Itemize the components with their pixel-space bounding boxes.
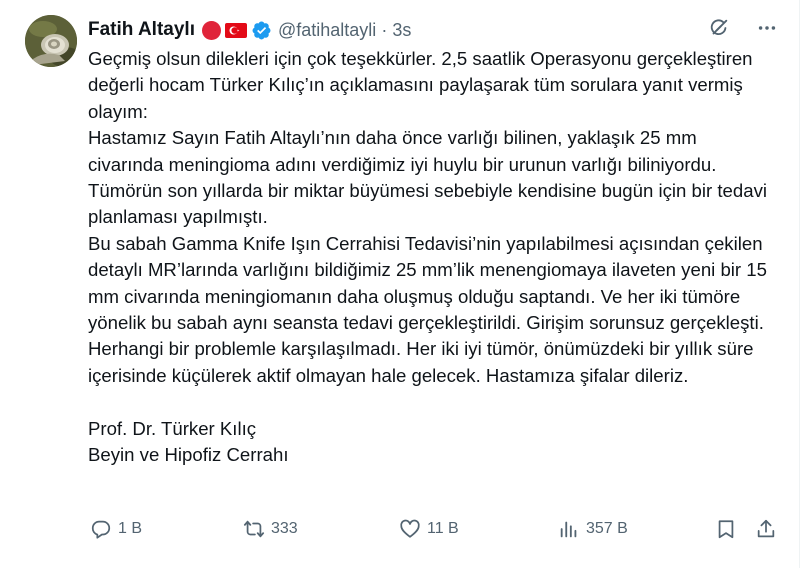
tweet-timestamp[interactable]: 3s [392, 20, 411, 41]
reply-button[interactable]: 1 B [90, 516, 142, 542]
like-count: 11 B [427, 520, 459, 537]
bookmark-icon [718, 520, 734, 539]
signature-title: Beyin ve Hipofiz Cerrahı [88, 444, 289, 466]
verified-icon[interactable] [251, 20, 272, 41]
tweet-header: Fatih Altaylı @fatihaltayli · 3s [88, 17, 411, 43]
tweet-top-actions [708, 17, 778, 39]
avatar[interactable] [25, 15, 77, 67]
like-button[interactable]: 11 B [399, 516, 459, 542]
tweet-paragraph: Bu sabah Gamma Knife Işın Cerrahisi Teda… [88, 232, 767, 386]
retweet-count: 333 [271, 520, 298, 537]
reply-icon [91, 520, 111, 539]
avatar-image [25, 15, 77, 67]
share-button[interactable] [755, 516, 777, 542]
share-icon [757, 519, 775, 538]
tweet-paragraph: Hastamız Sayın Fatih Altaylı’nın daha ön… [88, 127, 768, 228]
more-icon[interactable] [756, 17, 778, 39]
views-count: 357 B [586, 520, 628, 537]
signature-name: Prof. Dr. Türker Kılıç [88, 417, 257, 439]
tweet: Fatih Altaylı @fatihaltayli · 3s Geçmiş … [0, 0, 800, 568]
turkey-flag-icon [224, 21, 247, 40]
views-icon [560, 521, 577, 538]
tweet-actions-bar: 1 B 333 11 B 357 B [88, 516, 780, 542]
separator-dot: · [381, 19, 388, 40]
heart-icon [400, 519, 420, 538]
retweet-icon [243, 520, 265, 538]
author-display-name[interactable]: Fatih Altaylı [88, 19, 195, 41]
author-handle[interactable]: @fatihaltayli [278, 20, 376, 41]
tweet-text: Geçmiş olsun dilekleri için çok teşekkür… [88, 46, 768, 468]
retweet-button[interactable]: 333 [243, 516, 298, 542]
bookmark-button[interactable] [715, 516, 737, 542]
grok-icon[interactable] [708, 17, 730, 39]
red-circle-emoji [201, 20, 221, 40]
tweet-paragraph: Geçmiş olsun dilekleri için çok teşekkür… [88, 48, 753, 122]
views-button[interactable]: 357 B [558, 516, 628, 542]
reply-count: 1 B [118, 520, 143, 537]
